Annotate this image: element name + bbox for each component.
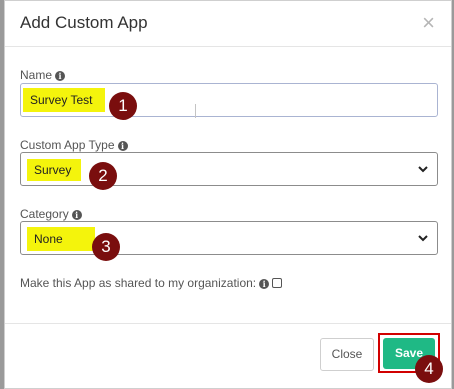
app-type-select-value: Survey — [27, 159, 81, 181]
step-badge-3: 3 — [92, 233, 120, 261]
add-custom-app-dialog: Add Custom App × Name i Survey Test Custo… — [4, 0, 452, 389]
text-cursor — [195, 104, 196, 118]
info-icon[interactable]: i — [71, 210, 82, 220]
step-badge-1: 1 — [109, 92, 137, 120]
dialog-title: Add Custom App — [20, 13, 148, 32]
shared-checkbox[interactable] — [272, 278, 283, 288]
dialog-header: Add Custom App × — [5, 1, 451, 47]
close-icon[interactable]: × — [422, 12, 435, 34]
name-label-text: Name — [20, 68, 53, 82]
category-label-text: Category — [20, 207, 69, 221]
close-button[interactable]: Close — [320, 338, 374, 371]
chevron-down-icon — [418, 235, 428, 242]
category-select[interactable]: None — [20, 221, 438, 255]
name-input-value: Survey Test — [23, 88, 105, 112]
step-badge-4: 4 — [415, 355, 443, 383]
app-type-label-text: Custom App Type — [20, 138, 115, 152]
step-badge-2: 2 — [89, 162, 117, 190]
name-input[interactable]: Survey Test — [20, 83, 438, 117]
app-type-select[interactable]: Survey — [20, 152, 438, 186]
category-select-value: None — [27, 227, 95, 251]
name-label: Name i — [20, 68, 66, 82]
info-icon[interactable]: i — [117, 141, 128, 151]
info-icon[interactable]: i — [259, 279, 270, 289]
shared-label: Make this App as shared to my organizati… — [20, 276, 257, 290]
shared-row: Make this App as shared to my organizati… — [20, 276, 283, 290]
app-type-label: Custom App Type i — [20, 138, 128, 152]
info-icon[interactable]: i — [55, 71, 66, 81]
category-label: Category i — [20, 207, 82, 221]
chevron-down-icon — [418, 166, 428, 173]
